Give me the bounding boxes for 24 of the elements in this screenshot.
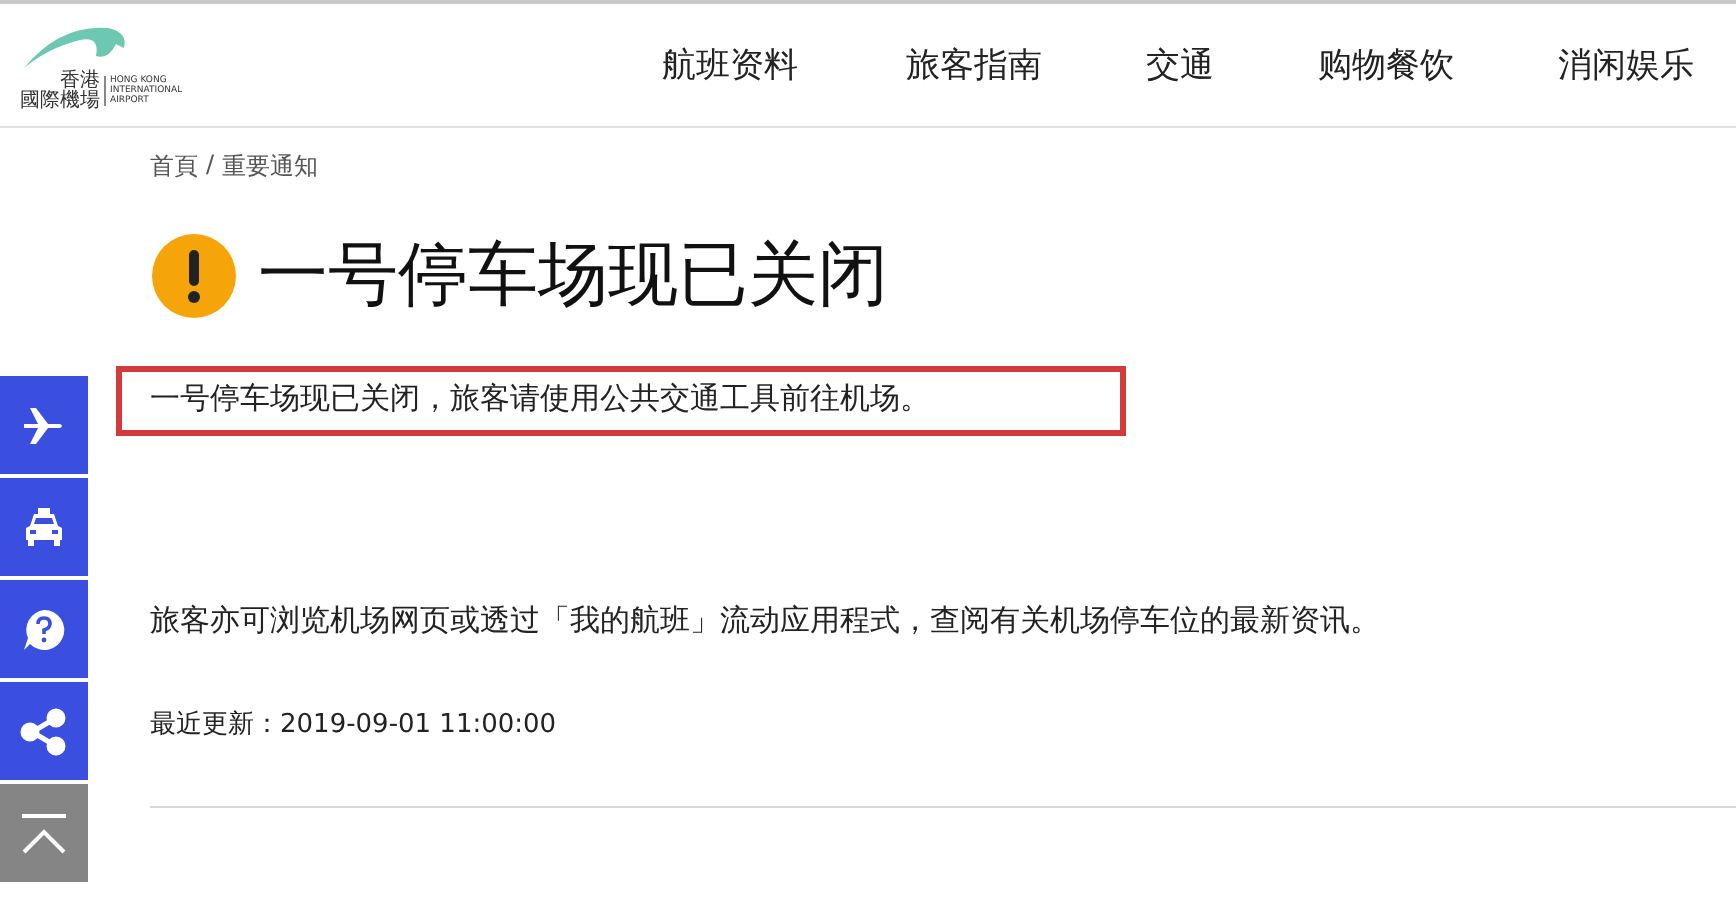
- breadcrumb-link[interactable]: 首頁: [150, 150, 198, 184]
- notice-text: 一号停车场现已关闭，旅客请使用公共交通工具前往机场。: [116, 366, 1126, 436]
- nav-link[interactable]: 旅客指南: [906, 42, 1042, 88]
- nav-link[interactable]: 消闲娱乐: [1558, 42, 1694, 88]
- warning-icon: [152, 233, 236, 317]
- nav-link[interactable]: 交通: [1146, 42, 1214, 88]
- logo-chinese-text: 國際機場: [20, 91, 100, 111]
- nav-link[interactable]: 购物餐饮: [1318, 42, 1454, 88]
- breadcrumb-link[interactable]: 重要通知: [222, 150, 319, 184]
- page-title: 一号停车场现已关闭: [258, 234, 888, 320]
- nav-link[interactable]: 航班资料: [662, 42, 798, 88]
- last-updated-text: 最近更新：2019-09-01 11:00:00: [150, 708, 559, 742]
- share-icon: [20, 707, 68, 755]
- body-paragraph: 旅客亦可浏览机场网页或透过「我的航班」流动应用程式，查阅有关机场停车位的最新资讯。: [150, 602, 1382, 640]
- share-button[interactable]: [0, 682, 88, 780]
- breadcrumb-separator: /: [206, 150, 215, 182]
- taxi-icon: [20, 503, 68, 551]
- transport-button[interactable]: [0, 478, 88, 576]
- help-icon: [20, 605, 68, 653]
- help-button[interactable]: [0, 580, 88, 678]
- back-to-top-button[interactable]: [0, 784, 88, 882]
- logo-chinese-text: 香港: [60, 71, 100, 91]
- caret-icon: [20, 809, 68, 857]
- flight-button[interactable]: [0, 376, 88, 474]
